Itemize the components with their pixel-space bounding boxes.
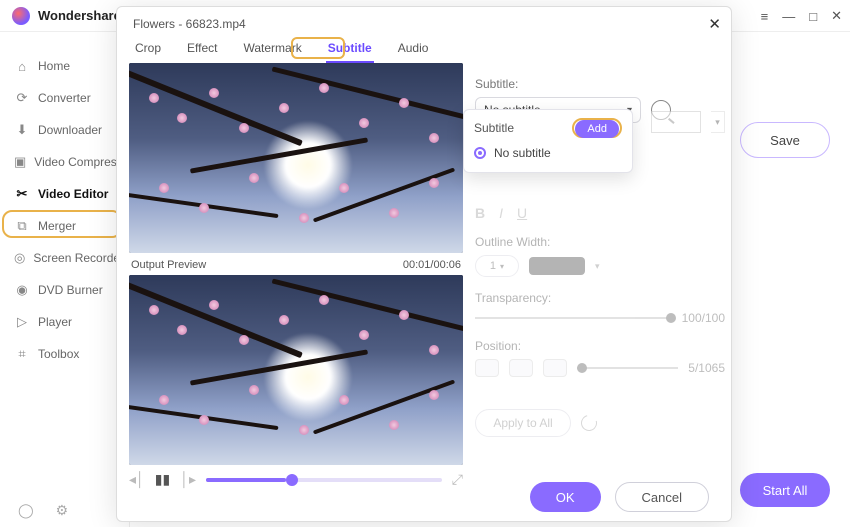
sidebar-item-label: Player bbox=[38, 315, 72, 329]
source-preview bbox=[129, 63, 463, 253]
sidebar-item-player[interactable]: ▷ Player bbox=[0, 306, 129, 338]
output-preview-label: Output Preview bbox=[131, 259, 206, 271]
record-icon: ◎ bbox=[14, 250, 25, 266]
position-label: Position: bbox=[475, 339, 725, 353]
subtitle-option-none[interactable]: No subtitle bbox=[474, 144, 622, 162]
start-all-button[interactable]: Start All bbox=[740, 473, 830, 507]
compress-icon: ▣ bbox=[14, 154, 26, 170]
font-color-input[interactable] bbox=[651, 111, 701, 133]
sidebar-item-label: Screen Recorder bbox=[33, 251, 124, 265]
outline-width-label: Outline Width: bbox=[475, 235, 725, 249]
sidebar-item-label: Home bbox=[38, 59, 70, 73]
sidebar-item-toolbox[interactable]: ⌗ Toolbox bbox=[0, 338, 129, 370]
grid-icon: ⌗ bbox=[14, 346, 30, 362]
apply-to-all-button[interactable]: Apply to All bbox=[475, 409, 571, 437]
modal-close-button[interactable]: ✕ bbox=[708, 15, 721, 33]
transparency-slider[interactable] bbox=[475, 317, 672, 319]
scissors-icon: ✂ bbox=[14, 186, 30, 202]
disc-icon: ◉ bbox=[14, 282, 30, 298]
position-center-button[interactable] bbox=[509, 359, 533, 377]
popover-heading: Subtitle bbox=[474, 121, 514, 135]
subtitle-option-label: No subtitle bbox=[494, 146, 551, 160]
position-right-button[interactable] bbox=[543, 359, 567, 377]
editor-modal: Flowers - 66823.mp4 ✕ Crop Effect Waterm… bbox=[116, 6, 732, 522]
sidebar-item-label: Toolbox bbox=[38, 347, 79, 361]
sidebar-item-label: Video Editor bbox=[38, 187, 108, 201]
sidebar-item-home[interactable]: ⌂ Home bbox=[0, 50, 129, 82]
ok-button[interactable]: OK bbox=[530, 482, 601, 512]
cancel-button[interactable]: Cancel bbox=[615, 482, 709, 512]
settings-column: Subtitle: No subtitle ▾ Subtitle Add bbox=[463, 59, 743, 473]
sidebar-item-compressor[interactable]: ▣ Video Compressor bbox=[0, 146, 129, 178]
reset-icon[interactable] bbox=[578, 412, 600, 434]
modal-footer: OK Cancel bbox=[117, 473, 731, 521]
minimize-button[interactable]: — bbox=[782, 9, 795, 24]
highlight-annotation: Add bbox=[572, 118, 622, 138]
app-logo-icon bbox=[12, 7, 30, 25]
sidebar-item-label: DVD Burner bbox=[38, 283, 103, 297]
app-brand: Wondershare bbox=[0, 7, 121, 25]
transparency-label: Transparency: bbox=[475, 291, 725, 305]
add-subtitle-button[interactable]: Add bbox=[575, 120, 619, 138]
sidebar-item-converter[interactable]: ⟳ Converter bbox=[0, 82, 129, 114]
timecode-label: 00:01/00:06 bbox=[403, 259, 461, 271]
modal-title: Flowers - 66823.mp4 bbox=[117, 7, 731, 33]
position-slider[interactable] bbox=[577, 367, 678, 369]
settings-icon[interactable]: ⚙ bbox=[56, 502, 69, 519]
close-button[interactable]: ✕ bbox=[831, 8, 842, 24]
sidebar-item-label: Converter bbox=[38, 91, 91, 105]
subtitle-dropdown-popover: Subtitle Add No subtitle bbox=[463, 109, 633, 173]
user-icon[interactable]: ◯ bbox=[18, 502, 34, 519]
sidebar-item-video-editor[interactable]: ✂ Video Editor bbox=[0, 178, 129, 210]
preview-column: Output Preview 00:01/00:06 ◂│ ▮▮ │▸ ⤢ bbox=[117, 59, 463, 473]
play-icon: ▷ bbox=[14, 314, 30, 330]
bold-icon[interactable]: B bbox=[475, 205, 485, 221]
sidebar-item-label: Video Compressor bbox=[34, 155, 129, 169]
home-icon: ⌂ bbox=[14, 58, 30, 74]
save-button[interactable]: Save bbox=[740, 122, 830, 158]
sidebar-item-screen-recorder[interactable]: ◎ Screen Recorder bbox=[0, 242, 129, 274]
sidebar: ⌂ Home ⟳ Converter ⬇ Downloader ▣ Video Comp… bbox=[0, 32, 130, 527]
merge-icon: ⧉ bbox=[14, 218, 30, 234]
outline-width-select[interactable]: 1▾ bbox=[475, 255, 519, 277]
app-brand-text: Wondershare bbox=[38, 8, 121, 23]
chevron-down-icon[interactable]: ▾ bbox=[711, 111, 725, 133]
hamburger-icon[interactable]: ≡ bbox=[761, 9, 769, 24]
radio-selected-icon bbox=[474, 147, 486, 159]
maximize-button[interactable]: □ bbox=[809, 9, 817, 24]
sidebar-item-dvd-burner[interactable]: ◉ DVD Burner bbox=[0, 274, 129, 306]
download-icon: ⬇ bbox=[14, 122, 30, 138]
output-preview bbox=[129, 275, 463, 465]
converter-icon: ⟳ bbox=[14, 90, 30, 106]
outline-color-swatch[interactable] bbox=[529, 257, 585, 275]
sidebar-item-downloader[interactable]: ⬇ Downloader bbox=[0, 114, 129, 146]
position-left-button[interactable] bbox=[475, 359, 499, 377]
position-value: 5/1065 bbox=[688, 361, 725, 375]
italic-icon[interactable]: I bbox=[499, 205, 503, 221]
underline-icon[interactable]: U bbox=[517, 205, 527, 221]
sidebar-item-label: Merger bbox=[38, 219, 76, 233]
sidebar-item-merger[interactable]: ⧉ Merger bbox=[0, 210, 129, 242]
sidebar-item-label: Downloader bbox=[38, 123, 102, 137]
subtitle-label: Subtitle: bbox=[475, 77, 725, 91]
transparency-value: 100/100 bbox=[682, 311, 725, 325]
